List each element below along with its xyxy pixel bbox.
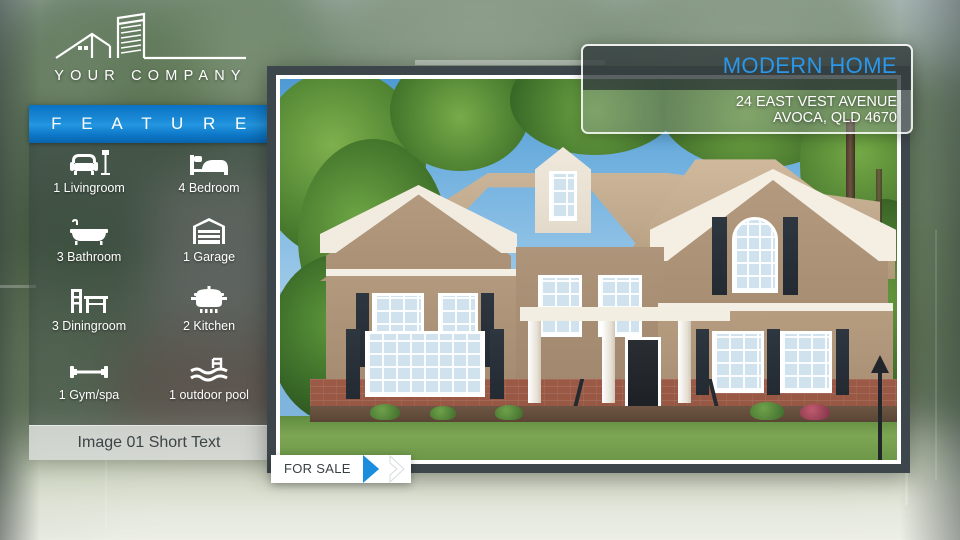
company-name: YOUR COMPANY: [54, 68, 247, 84]
window-shutter: [836, 329, 849, 395]
feature-item-label: 1 Garage: [182, 250, 236, 264]
window-shutter: [783, 217, 798, 295]
house-photo: [280, 79, 897, 460]
bathtub-icon: [29, 212, 149, 246]
cooking-pot-icon: [149, 281, 269, 315]
garage-door-icon: [149, 212, 269, 246]
porch-column: [678, 321, 691, 403]
feature-item-kitchen[interactable]: 2 Kitchen: [149, 281, 269, 350]
front-door: [625, 337, 661, 409]
bed-icon: [149, 143, 269, 177]
feature-item-gym-spa[interactable]: 1 Gym/spa: [29, 350, 149, 419]
feature-item-label: 1 Gym/spa: [58, 388, 120, 402]
dining-table-icon: [29, 281, 149, 315]
dumbbell-icon: [29, 350, 149, 384]
photo-shrub: [430, 406, 456, 420]
photo-flowers: [800, 404, 830, 420]
window-shutter: [712, 217, 727, 295]
property-address: 24 EAST VEST AVENUE AVOCA, QLD 4670: [736, 94, 897, 126]
company-logo: YOUR COMPANY: [48, 12, 253, 84]
feature-item-outdoor-pool[interactable]: 1 outdoor pool: [149, 350, 269, 419]
arched-window: [732, 217, 778, 293]
photo-lamp-post: [878, 369, 882, 460]
porch-roof: [520, 307, 730, 321]
window-shutter: [696, 329, 709, 395]
window-shutter: [767, 329, 780, 395]
armchair-lamp-icon: [29, 143, 149, 177]
window-shutter: [346, 329, 360, 399]
house-window: [365, 331, 485, 397]
feature-item-label: 3 Diningroom: [51, 319, 127, 333]
swimming-pool-icon: [149, 350, 269, 384]
feature-item-label: 4 Bedroom: [178, 181, 240, 195]
feature-item-bathroom[interactable]: 3 Bathroom: [29, 212, 149, 281]
house-window: [538, 275, 582, 337]
feature-item-label: 1 outdoor pool: [169, 388, 249, 402]
porch-column: [602, 321, 615, 403]
porch-column: [528, 321, 541, 403]
feature-grid: 1 Livingroom 4 Bedroom 3 Bathroom 1 Gara…: [29, 143, 269, 419]
property-title: MODERN HOME: [722, 53, 897, 78]
feature-panel: F E A T U R E 1 Livingroom 4 Bedroom 3 B…: [29, 105, 269, 460]
feature-header-label: F E A T U R E: [51, 114, 254, 133]
feature-item-label: 2 Kitchen: [182, 319, 236, 333]
feature-item-label: 3 Bathroom: [56, 250, 122, 264]
feature-item-diningroom[interactable]: 3 Diningroom: [29, 281, 149, 350]
feature-header-bar: F E A T U R E: [29, 105, 269, 143]
house-window: [780, 331, 832, 393]
feature-item-garage[interactable]: 1 Garage: [149, 212, 269, 281]
chevron-right-outline-icon: [389, 455, 415, 483]
property-info-panel: MODERN HOME 24 EAST VEST AVENUE AVOCA, Q…: [581, 44, 913, 134]
decorative-line: [935, 230, 937, 480]
slide-canvas: YOUR COMPANY F E A T U R E 1 Livingroom …: [0, 0, 960, 540]
address-line-2: AVOCA, QLD 4670: [773, 110, 897, 126]
feature-item-label: 1 Livingroom: [53, 181, 125, 195]
house-window: [712, 331, 764, 393]
photo-shrub: [370, 404, 400, 420]
photo-lawn: [280, 416, 897, 460]
decorative-line: [415, 60, 605, 65]
house-and-building-logo-icon: [55, 12, 246, 60]
house-trim-band: [326, 269, 516, 276]
photo-shrub: [495, 405, 523, 420]
image-caption-text: Image 01 Short Text: [77, 434, 221, 451]
feature-item-bedroom[interactable]: 4 Bedroom: [149, 143, 269, 212]
feature-item-livingroom[interactable]: 1 Livingroom: [29, 143, 149, 212]
window-shutter: [490, 329, 504, 399]
image-caption-bar: Image 01 Short Text: [29, 425, 269, 460]
photo-shrub: [750, 402, 784, 420]
house-window: [549, 171, 577, 221]
address-line-1: 24 EAST VEST AVENUE: [735, 94, 897, 110]
